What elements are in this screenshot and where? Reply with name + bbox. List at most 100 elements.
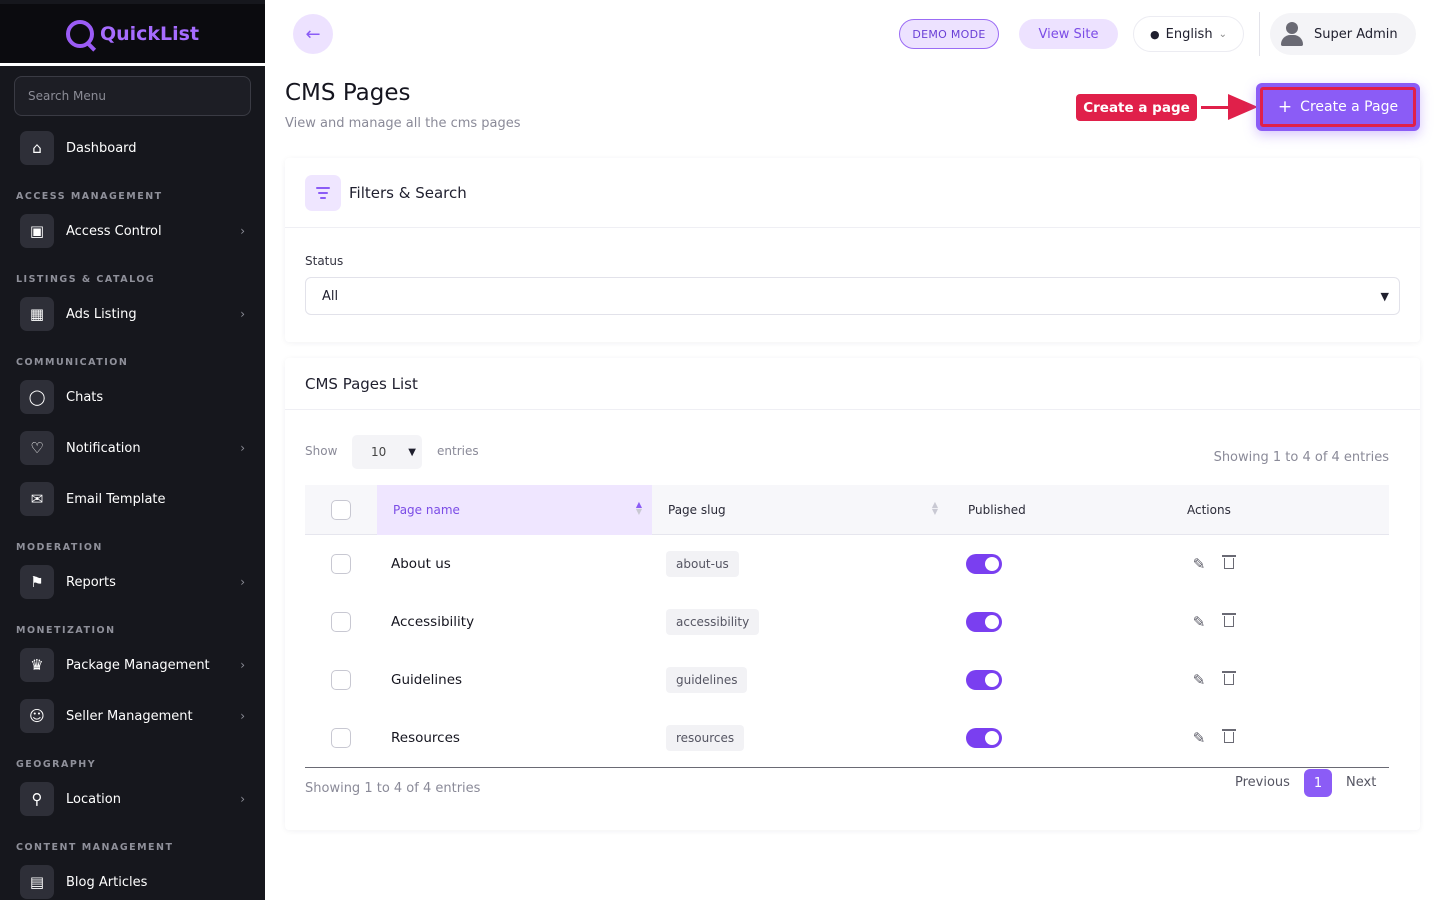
sidebar-item-location[interactable]: ⚲ Location › xyxy=(20,781,255,817)
table-footer-divider xyxy=(305,767,1389,768)
edit-pencil-icon[interactable]: ✎ xyxy=(1188,671,1210,689)
status-select[interactable]: All ▼ xyxy=(305,277,1400,315)
table-row: Accessibility accessibility ✎ xyxy=(305,593,1389,651)
published-toggle[interactable] xyxy=(966,554,1002,574)
published-toggle[interactable] xyxy=(966,728,1002,748)
edit-pencil-icon[interactable]: ✎ xyxy=(1188,555,1210,573)
annotation-arrow-line xyxy=(1201,106,1231,109)
user-menu[interactable]: Super Admin xyxy=(1270,13,1416,55)
sidebar-item-chats[interactable]: ◯ Chats xyxy=(20,379,255,415)
entries-per-page-select[interactable]: 10 ▼ xyxy=(352,435,422,469)
page-slug-cell: guidelines xyxy=(666,651,748,709)
showing-info-top: Showing 1 to 4 of 4 entries xyxy=(1213,450,1389,465)
published-toggle[interactable] xyxy=(966,612,1002,632)
row-checkbox[interactable] xyxy=(331,554,351,574)
sidebar-item-email-template[interactable]: ✉ Email Template xyxy=(20,481,255,517)
language-selector[interactable]: ● English ⌄ xyxy=(1133,16,1244,52)
user-edit-icon: ☺ xyxy=(20,699,54,733)
column-actions-label: Actions xyxy=(1187,503,1231,517)
avatar xyxy=(1280,22,1304,46)
sidebar-item-reports[interactable]: ⚑ Reports › xyxy=(20,564,255,600)
actions-cell: ✎ xyxy=(1188,651,1240,709)
sidebar-item-notification[interactable]: ♡ Notification › xyxy=(20,430,255,466)
delete-trash-icon[interactable] xyxy=(1218,613,1240,631)
published-cell xyxy=(966,593,1002,651)
page-name: Guidelines xyxy=(391,672,463,688)
logo-icon xyxy=(65,19,94,48)
page-name: About us xyxy=(391,556,451,572)
delete-trash-icon[interactable] xyxy=(1218,671,1240,689)
column-page-slug[interactable]: Page slug ▲ ▼ xyxy=(652,485,948,535)
filters-title: Filters & Search xyxy=(349,184,467,202)
pagination-next[interactable]: Next xyxy=(1346,775,1376,790)
page-slug: guidelines xyxy=(666,667,748,693)
plus-icon: + xyxy=(1277,97,1293,117)
edit-pencil-icon[interactable]: ✎ xyxy=(1188,613,1210,631)
row-checkbox[interactable] xyxy=(331,670,351,690)
published-toggle[interactable] xyxy=(966,670,1002,690)
logo-text: QuickList xyxy=(99,22,200,45)
column-page-name[interactable]: Page name ▲ ▼ xyxy=(377,485,652,535)
sidebar-item-blog-articles[interactable]: ▤ Blog Articles xyxy=(20,864,255,900)
cms-pages-list-card: CMS Pages List Show 10 ▼ entries Showing… xyxy=(285,358,1420,830)
column-page-slug-label: Page slug xyxy=(668,503,726,517)
sidebar-item-access-control[interactable]: ▣ Access Control › xyxy=(20,213,255,249)
chat-icon: ◯ xyxy=(20,380,54,414)
pagination-previous[interactable]: Previous xyxy=(1235,775,1290,790)
sidebar-item-package-management[interactable]: ♛ Package Management › xyxy=(20,647,255,683)
row-checkbox[interactable] xyxy=(331,728,351,748)
pagination-page-current[interactable]: 1 xyxy=(1304,769,1332,797)
sidebar-item-ads-listing[interactable]: ▦ Ads Listing › xyxy=(20,296,255,332)
table-row: Guidelines guidelines ✎ xyxy=(305,651,1389,709)
sidebar-search-input[interactable]: Search Menu xyxy=(14,76,251,116)
entries-value: 10 xyxy=(371,445,387,459)
delete-trash-icon[interactable] xyxy=(1218,729,1240,747)
row-checkbox[interactable] xyxy=(331,612,351,632)
sidebar-item-dashboard[interactable]: ⌂ Dashboard xyxy=(20,130,255,166)
row-select-cell xyxy=(331,651,351,709)
column-actions: Actions xyxy=(1187,485,1387,535)
column-published-label: Published xyxy=(968,503,1026,517)
chevron-right-icon: › xyxy=(240,307,245,321)
create-page-button[interactable]: + Create a Page xyxy=(1256,83,1420,131)
chevron-right-icon: › xyxy=(240,441,245,455)
page-title: CMS Pages xyxy=(285,80,411,106)
column-published: Published xyxy=(968,485,1168,535)
edit-pencil-icon[interactable]: ✎ xyxy=(1188,729,1210,747)
actions-cell: ✎ xyxy=(1188,593,1240,651)
sidebar-section-communication: COMMUNICATION xyxy=(16,357,129,368)
back-button[interactable]: ← xyxy=(293,14,333,54)
sidebar-item-seller-management[interactable]: ☺ Seller Management › xyxy=(20,698,255,734)
sidebar-item-label: Notification xyxy=(66,440,141,456)
lock-icon: ▣ xyxy=(20,214,54,248)
chevron-right-icon: › xyxy=(240,709,245,723)
status-value: All xyxy=(322,288,339,304)
flag-icon: ⚑ xyxy=(20,565,54,599)
sidebar-item-label: Seller Management xyxy=(66,708,193,724)
sidebar-section-content: CONTENT MANAGEMENT xyxy=(16,842,174,853)
list-header: CMS Pages List xyxy=(285,358,1420,410)
page-slug-cell: about-us xyxy=(666,535,739,593)
sidebar-item-label: Location xyxy=(66,791,121,807)
page-slug: accessibility xyxy=(666,609,760,635)
select-all-checkbox[interactable] xyxy=(331,500,351,520)
row-select-cell xyxy=(331,593,351,651)
logo[interactable]: QuickList xyxy=(0,4,265,66)
delete-trash-icon[interactable] xyxy=(1218,555,1240,573)
language-label: English xyxy=(1165,26,1213,42)
sort-icon: ▲ ▼ xyxy=(635,500,642,516)
view-site-button[interactable]: View Site xyxy=(1019,19,1118,49)
arrow-left-icon: ← xyxy=(305,23,321,45)
article-icon: ▤ xyxy=(20,865,54,899)
page-name: Resources xyxy=(391,730,460,746)
filters-header: Filters & Search xyxy=(285,158,1420,228)
user-name: Super Admin xyxy=(1314,26,1398,42)
show-label: Show xyxy=(305,444,338,458)
chevron-down-icon: ⌄ xyxy=(1218,28,1227,40)
row-select-cell xyxy=(331,535,351,593)
sidebar-item-label: Ads Listing xyxy=(66,306,137,322)
table-row: Resources resources ✎ xyxy=(305,709,1389,767)
sidebar-section-moderation: MODERATION xyxy=(16,542,103,553)
chevron-down-icon: ▼ xyxy=(408,446,416,458)
chevron-down-icon: ▼ xyxy=(1380,289,1389,303)
